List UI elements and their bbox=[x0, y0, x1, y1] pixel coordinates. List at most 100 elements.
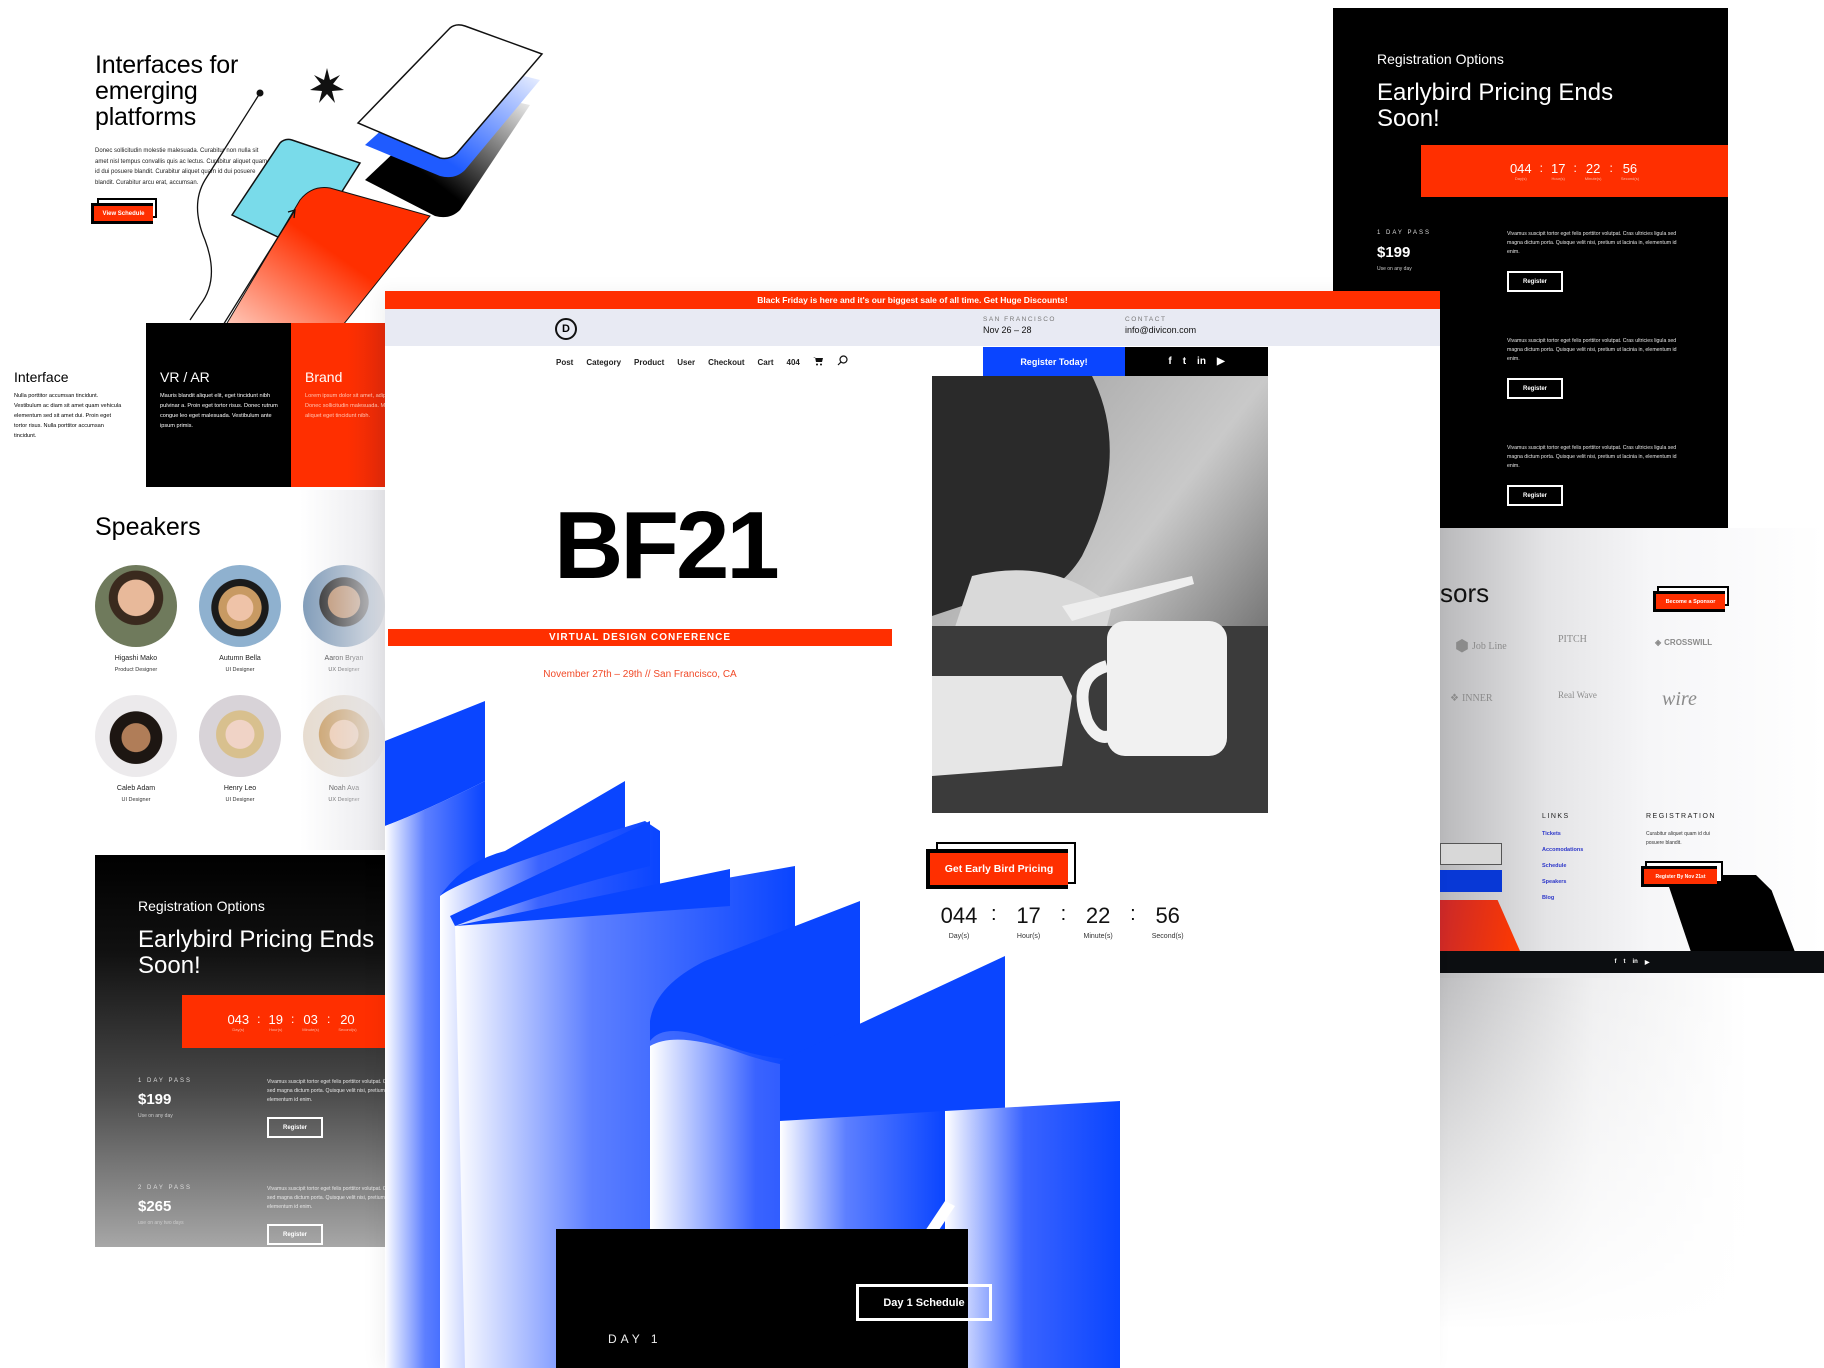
footer-link-schedule[interactable]: Schedule bbox=[1542, 863, 1566, 869]
register-button[interactable]: Register bbox=[1507, 485, 1563, 506]
nav-category[interactable]: Category bbox=[586, 358, 621, 367]
location-value: Nov 26 – 28 bbox=[983, 325, 1032, 335]
links-heading: LINKS bbox=[1542, 813, 1570, 820]
speaker-name: Autumn Bella bbox=[219, 655, 261, 662]
register-button[interactable]: Register bbox=[1507, 378, 1563, 399]
countdown-hours: 19 Hour(s) bbox=[268, 1011, 283, 1032]
get-early-bird-button[interactable]: Get Early Bird Pricing bbox=[926, 842, 1078, 890]
view-schedule-label: View Schedule bbox=[91, 203, 153, 224]
newsletter-submit-button[interactable] bbox=[1440, 870, 1502, 892]
sponsor-logo[interactable]: ❖ INNER bbox=[1450, 693, 1493, 704]
pass-description: Vivamus suscipit tortor eget felis portt… bbox=[267, 1079, 385, 1103]
countdown-seconds: 56 Second(s) bbox=[1620, 161, 1640, 181]
registration-panel-left: Registration Options Earlybird Pricing E… bbox=[95, 855, 385, 1247]
view-schedule-button[interactable]: View Schedule bbox=[91, 198, 157, 224]
top-header bbox=[385, 309, 1440, 346]
linkedin-icon[interactable]: in bbox=[1633, 959, 1638, 965]
contact-label: CONTACT bbox=[1125, 316, 1167, 323]
pass-label: 2 DAY PASS bbox=[138, 1185, 193, 1191]
footer-link-speakers[interactable]: Speakers bbox=[1542, 879, 1566, 885]
footer-link-tickets[interactable]: Tickets bbox=[1542, 831, 1561, 837]
get-early-bird-label: Get Early Bird Pricing bbox=[926, 849, 1068, 889]
youtube-icon[interactable]: ▶ bbox=[1217, 356, 1225, 367]
pass-price: $199 bbox=[138, 1091, 172, 1108]
footer-link-accomodations[interactable]: Accomodations bbox=[1542, 847, 1583, 853]
register-button[interactable]: Register bbox=[267, 1224, 323, 1245]
newsletter-email-input[interactable] bbox=[1440, 843, 1502, 865]
facebook-icon[interactable]: f bbox=[1168, 356, 1171, 367]
twitter-icon[interactable]: t bbox=[1183, 356, 1186, 367]
category-interface: Interface Nulla porttitor accumsan tinci… bbox=[14, 369, 124, 441]
day1-schedule-button[interactable]: Day 1 Schedule bbox=[856, 1284, 992, 1321]
cart-icon[interactable] bbox=[812, 356, 824, 369]
countdown-days: 044 Day(s) bbox=[1509, 161, 1532, 181]
inner-icon: ❖ bbox=[1450, 693, 1459, 704]
twitter-icon[interactable]: t bbox=[1624, 959, 1626, 965]
search-icon[interactable] bbox=[837, 355, 848, 369]
countdown-separator: : bbox=[257, 1011, 261, 1026]
speaker-role: UI Designer bbox=[225, 667, 255, 673]
pass-note: use on any two days bbox=[138, 1220, 184, 1226]
register-today-button[interactable]: Register Today! bbox=[983, 347, 1125, 376]
nav-post[interactable]: Post bbox=[556, 358, 573, 367]
header-contact: CONTACT info@divicon.com bbox=[1125, 316, 1196, 335]
pass-note: Use on any day bbox=[138, 1113, 173, 1119]
main-countdown-timer: 044 Day(s) : 17 Hour(s) : 22 Minute(s) : 56… bbox=[935, 903, 1192, 940]
conference-dates: November 27th – 29th // San Francisco, C… bbox=[543, 669, 737, 680]
category-title: VR / AR bbox=[160, 369, 210, 385]
speakers-heading: Speakers bbox=[95, 513, 201, 541]
speaker-role: UI Designer bbox=[225, 797, 255, 803]
pass-price: $199 bbox=[1377, 244, 1411, 261]
sponsors-heading: sors bbox=[1440, 578, 1490, 608]
countdown-days: 043 Day(s) bbox=[227, 1011, 250, 1032]
sponsor-logo[interactable]: Real Wave bbox=[1558, 690, 1602, 700]
speaker-card[interactable]: Higashi Mako Product Designer bbox=[91, 565, 181, 673]
category-vr-ar: VR / AR Mauris blandit aliquet elit, ege… bbox=[146, 323, 292, 487]
youtube-icon[interactable]: ▶ bbox=[1645, 959, 1650, 966]
pass-label: 1 DAY PASS bbox=[138, 1078, 193, 1084]
pass-price: $265 bbox=[138, 1198, 172, 1215]
contact-email[interactable]: info@divicon.com bbox=[1125, 325, 1196, 335]
nav-checkout[interactable]: Checkout bbox=[708, 358, 744, 367]
linkedin-icon[interactable]: in bbox=[1197, 356, 1206, 367]
facebook-icon[interactable]: f bbox=[1615, 959, 1617, 965]
speaker-card[interactable]: Autumn Bella UI Designer bbox=[195, 565, 285, 673]
speaker-card[interactable]: Caleb Adam UI Designer bbox=[91, 695, 181, 803]
register-button[interactable]: Register bbox=[267, 1117, 323, 1138]
nav-cart[interactable]: Cart bbox=[758, 358, 774, 367]
countdown-days: 044 Day(s) bbox=[940, 903, 978, 940]
hero-title: Interfaces for emerging platforms bbox=[95, 51, 239, 131]
panel-reflection-fade bbox=[1440, 978, 1824, 1368]
speaker-name: Caleb Adam bbox=[116, 785, 156, 792]
sponsor-logo[interactable]: ⬢ Job Line bbox=[1455, 636, 1507, 656]
panel-shadow bbox=[300, 490, 385, 850]
sponsor-logo[interactable]: wire bbox=[1662, 688, 1697, 711]
registration-heading: REGISTRATION bbox=[1646, 813, 1716, 820]
hero-body-text: Donec sollicitudin molestie malesuada. C… bbox=[95, 148, 268, 186]
star-icon bbox=[310, 68, 344, 103]
register-by-nov-button[interactable]: Register By Nov 21st bbox=[1641, 861, 1723, 887]
countdown-separator: : bbox=[290, 1011, 295, 1026]
countdown-separator: : bbox=[326, 1011, 331, 1026]
category-title: Interface bbox=[14, 369, 69, 385]
sponsor-logo[interactable]: PITCH bbox=[1558, 634, 1587, 645]
pass-description: Vivamus suscipit tortor eget felis portt… bbox=[267, 1186, 385, 1210]
countdown-seconds: 20 Second(s) bbox=[338, 1011, 357, 1032]
countdown-separator: : bbox=[1130, 903, 1136, 925]
speaker-card[interactable]: Henry Leo UI Designer bbox=[195, 695, 285, 803]
become-sponsor-button[interactable]: Become a Sponsor bbox=[1653, 586, 1729, 612]
nav-user[interactable]: User bbox=[677, 358, 695, 367]
become-sponsor-label: Become a Sponsor bbox=[1653, 591, 1725, 612]
register-button[interactable]: Register bbox=[1507, 271, 1563, 292]
promo-banner[interactable]: Black Friday is here and it's our bigges… bbox=[385, 291, 1440, 309]
sponsor-logo[interactable]: ◈ CROSSWILL bbox=[1655, 638, 1712, 647]
speaker-role: UI Designer bbox=[121, 797, 151, 803]
footer-link-blog[interactable]: Blog bbox=[1542, 895, 1554, 901]
nav-product[interactable]: Product bbox=[634, 358, 664, 367]
main-page-card: Black Friday is here and it's our bigges… bbox=[385, 291, 1440, 1368]
site-logo[interactable]: D bbox=[555, 318, 577, 340]
avatar bbox=[199, 695, 281, 777]
nav-404[interactable]: 404 bbox=[787, 358, 800, 367]
countdown-minutes: 22 Minute(s) bbox=[1083, 903, 1113, 940]
category-brand: Brand Lorem ipsum dolor sit amet, adipis… bbox=[291, 323, 385, 487]
